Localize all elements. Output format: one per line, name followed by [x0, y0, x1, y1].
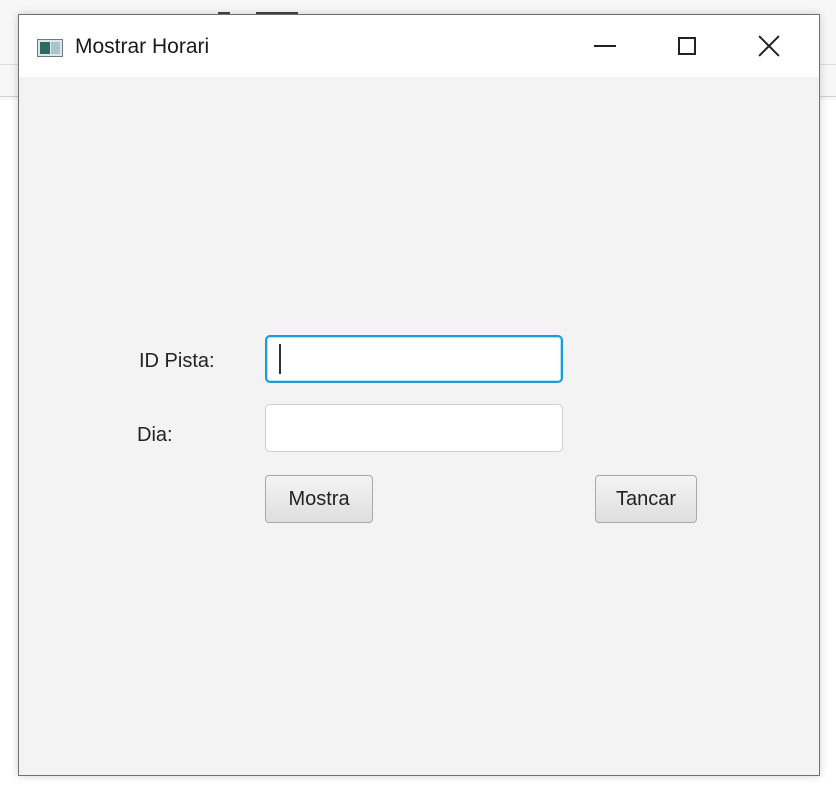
maximize-button[interactable] [655, 15, 719, 77]
tancar-button[interactable]: Tancar [595, 475, 697, 523]
id-pista-label: ID Pista: [139, 350, 215, 372]
dia-label: Dia: [137, 424, 173, 446]
mostrar-horari-window: Mostrar Horari ID Pista: Dia: Mostra Tan… [18, 14, 820, 776]
minimize-icon [594, 45, 616, 47]
text-cursor [279, 344, 281, 374]
dia-input[interactable] [265, 404, 563, 452]
minimize-button[interactable] [573, 15, 637, 77]
maximize-icon [678, 37, 696, 55]
mostra-button[interactable]: Mostra [265, 475, 373, 523]
id-pista-input[interactable] [265, 335, 563, 383]
close-button[interactable] [737, 15, 801, 77]
app-window-icon [37, 39, 63, 57]
window-title: Mostrar Horari [75, 35, 210, 58]
app-icon-pane [51, 42, 60, 54]
close-icon [757, 34, 781, 58]
app-icon-pane [40, 42, 50, 54]
title-bar[interactable]: Mostrar Horari [19, 15, 819, 77]
